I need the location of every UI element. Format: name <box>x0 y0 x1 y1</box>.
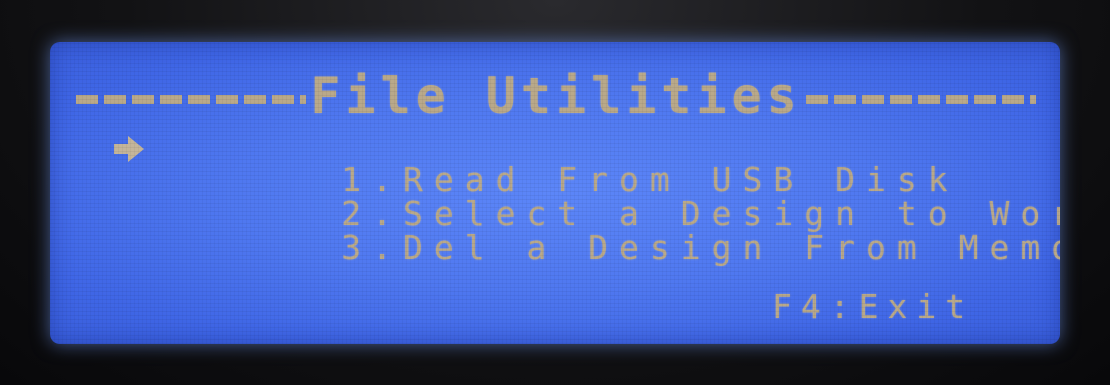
menu-item-number: 3. <box>341 228 403 267</box>
menu-item-delete-design[interactable]: 3.Del a Design From Memory <box>156 198 1060 297</box>
title-bar: File Utilities <box>76 66 1036 126</box>
arrow-right-icon <box>114 136 144 162</box>
device-bezel: File Utilities 1.Read From USB Disk 2.Se… <box>0 0 1110 385</box>
title-dashes-right <box>805 94 1036 104</box>
screen-title: File Utilities <box>310 67 802 125</box>
lcd-screen: File Utilities 1.Read From USB Disk 2.Se… <box>50 42 1060 344</box>
exit-key-hint[interactable]: F4:Exit <box>772 290 974 323</box>
menu-item-label: Del a Design From Memory <box>402 228 1060 267</box>
title-dashes-left <box>76 94 307 104</box>
